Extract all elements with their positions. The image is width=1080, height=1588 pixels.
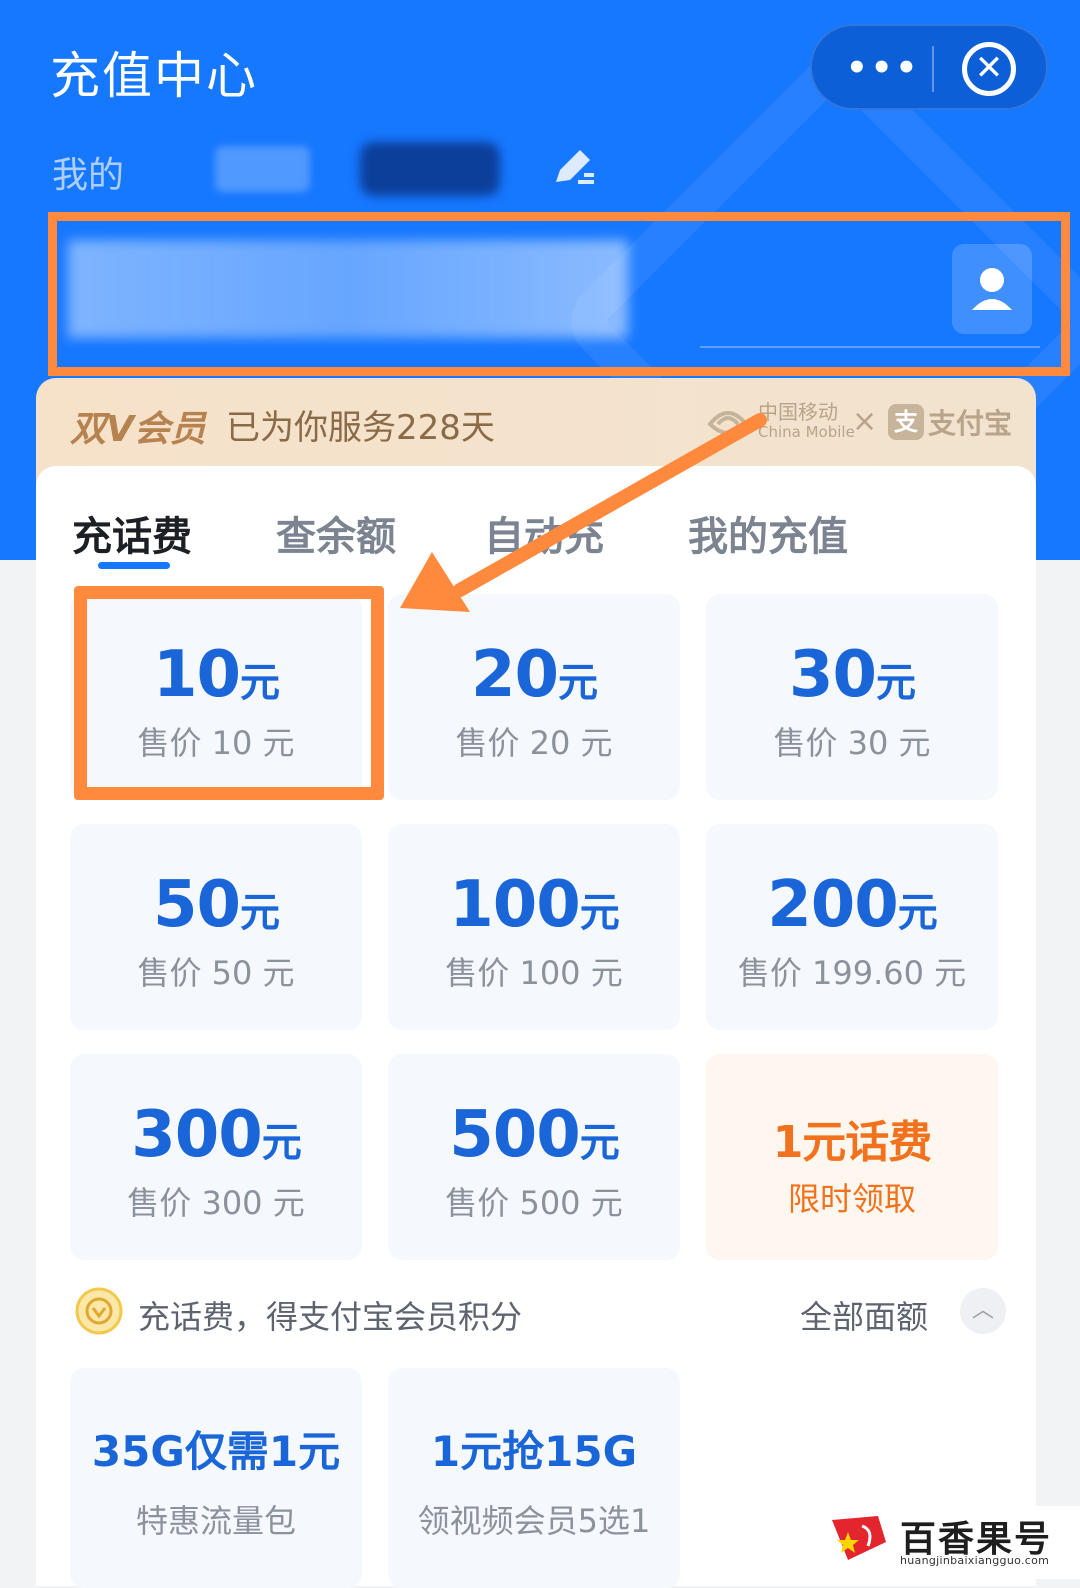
package-subtitle: 特惠流量包 [135, 1502, 296, 1540]
tile-amount: 100元 [449, 868, 620, 942]
capsule-divider [932, 46, 934, 92]
promo-tile-1yuan[interactable]: 1元话费 限时领取 [706, 1054, 998, 1260]
points-text: 充话费，得支付宝会员积分 [138, 1298, 523, 1336]
tile-price: 售价 500 元 [445, 1184, 623, 1222]
tile-amount: 200元 [767, 868, 938, 942]
data-package-35g[interactable]: 35G仅需1元 特惠流量包 [70, 1368, 362, 1588]
amount-tile-100[interactable]: 100元 售价 100 元 [388, 824, 680, 1030]
data-package-15g[interactable]: 1元抢15G 领视频会员5选1 [388, 1368, 680, 1588]
tile-price: 限时领取 [787, 1180, 916, 1218]
tile-amount: 50元 [152, 868, 280, 942]
blurred-carrier [360, 142, 500, 196]
tile-amount: 300元 [131, 1098, 302, 1172]
mini-program-capsule: ••• ✕ [810, 24, 1048, 110]
china-mobile-en: China Mobile [758, 423, 855, 441]
tab-balance[interactable]: 查余额 [276, 504, 396, 562]
tile-amount: 30元 [788, 638, 916, 712]
china-mobile-logo-icon [707, 411, 749, 435]
blurred-name [215, 146, 310, 192]
tile-amount: 500元 [449, 1098, 620, 1172]
amount-tile-20[interactable]: 20元 售价 20 元 [388, 594, 680, 800]
partner-times: × [852, 404, 878, 439]
page-title: 充值中心 [50, 47, 258, 105]
tile-amount: 1元话费 [772, 1117, 933, 1168]
coin-icon [75, 1287, 123, 1335]
watermark: 百香果号 huangjinbaixiangguo.com [820, 1506, 1080, 1579]
phone-highlight-box [48, 212, 1070, 376]
tab-indicator [98, 562, 170, 569]
my-number-label: 我的 [52, 155, 125, 196]
package-title: 1元抢15G [430, 1427, 638, 1476]
amount-tile-500[interactable]: 500元 售价 500 元 [388, 1054, 680, 1260]
close-icon[interactable]: ✕ [962, 42, 1016, 96]
amount-tile-300[interactable]: 300元 售价 300 元 [70, 1054, 362, 1260]
tile-price: 售价 50 元 [137, 954, 295, 992]
watermark-logo-icon [832, 1516, 886, 1560]
tile-price: 售价 300 元 [127, 1184, 305, 1222]
all-amounts-link[interactable]: 全部面额 [800, 1292, 928, 1338]
package-subtitle: 领视频会员5选1 [417, 1502, 651, 1540]
tile-price: 售价 30 元 [773, 724, 931, 762]
tab-my-recharge[interactable]: 我的充值 [688, 504, 848, 562]
china-mobile-label: 中国移动 China Mobile [758, 402, 855, 442]
selection-highlight-box [74, 586, 384, 800]
alipay-logo-icon: 支 [888, 404, 924, 440]
tile-amount: 20元 [470, 638, 598, 712]
tile-price: 售价 20 元 [455, 724, 613, 762]
tab-auto-recharge[interactable]: 自动充 [484, 504, 604, 562]
watermark-url: huangjinbaixiangguo.com [900, 1554, 1050, 1567]
amount-tile-200[interactable]: 200元 售价 199.60 元 [706, 824, 998, 1030]
tab-recharge[interactable]: 充话费 [72, 504, 192, 562]
amount-tile-30[interactable]: 30元 售价 30 元 [706, 594, 998, 800]
more-icon[interactable]: ••• [846, 48, 917, 88]
tile-price: 售价 199.60 元 [737, 954, 967, 992]
alipay-label: 支付宝 [928, 407, 1013, 440]
chevron-up-icon[interactable]: ︿ [960, 1288, 1006, 1334]
package-title: 35G仅需1元 [91, 1427, 341, 1476]
tile-price: 售价 100 元 [445, 954, 623, 992]
member-days: 已为你服务228天 [226, 408, 495, 448]
points-row: 充话费，得支付宝会员积分 全部面额 ︿ [36, 1286, 1036, 1340]
edit-icon[interactable] [550, 142, 598, 190]
member-brand: 双V会员 [70, 409, 206, 450]
china-mobile-cn: 中国移动 [758, 400, 838, 424]
amount-tile-50[interactable]: 50元 售价 50 元 [70, 824, 362, 1030]
